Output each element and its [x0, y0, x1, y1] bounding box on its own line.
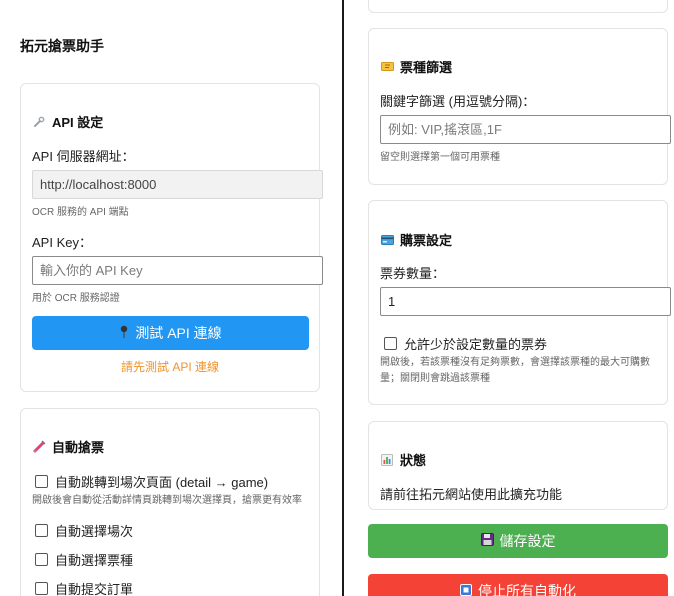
- api-settings-title-text: API 設定: [52, 115, 104, 130]
- pin-icon: [119, 325, 129, 342]
- floppy-disk-icon: [480, 533, 494, 549]
- auto-select-session-label: 自動選擇場次: [55, 524, 134, 539]
- api-key-field[interactable]: [32, 256, 323, 285]
- allow-less-option[interactable]: 允許少於設定數量的票券: [384, 334, 547, 353]
- stop-automation-label: 停止所有自動化: [478, 583, 576, 596]
- previous-card: [368, 0, 668, 13]
- stop-icon: [460, 583, 472, 596]
- api-settings-title: API 設定: [32, 112, 103, 131]
- auto-select-ticket-option[interactable]: 自動選擇票種: [35, 550, 133, 569]
- auto-select-ticket-checkbox[interactable]: [35, 553, 48, 566]
- test-api-button-label: 測試 API 連線: [135, 325, 222, 341]
- api-server-field[interactable]: [32, 170, 323, 199]
- auto-grab-title: 自動搶票: [32, 437, 104, 456]
- api-server-hint: OCR 服務的 API 端點: [32, 207, 129, 218]
- status-title-text: 狀態: [400, 453, 427, 468]
- ticket-filter-title-text: 票種篩選: [400, 60, 453, 75]
- allow-less-checkbox[interactable]: [384, 337, 397, 350]
- auto-submit-checkbox[interactable]: [35, 582, 48, 595]
- auto-select-session-option[interactable]: 自動選擇場次: [35, 521, 133, 540]
- auto-submit-label: 自動提交訂單: [55, 582, 134, 596]
- purchase-settings-card: 購票設定 票券數量： 允許少於設定數量的票券 開啟後，若該票種沒有足夠票數，會選…: [368, 200, 671, 405]
- api-settings-card: API 設定 API 伺服器網址： OCR 服務的 API 端點 API Key…: [20, 83, 323, 392]
- ticket-icon: [380, 60, 394, 74]
- keyword-filter-hint: 留空則選擇第一個可用票種: [380, 152, 500, 163]
- allow-less-hint: 開啟後，若該票種沒有足夠票數，會選擇該票種的最大可購數量；關閉則會跳過該票種: [380, 357, 650, 384]
- status-title: 狀態: [380, 450, 426, 469]
- wrench-icon: [32, 115, 46, 129]
- test-api-button[interactable]: 測試 API 連線: [32, 316, 309, 350]
- auto-submit-option[interactable]: 自動提交訂單: [35, 579, 133, 596]
- status-card: 狀態 請前往拓元網站使用此擴充功能: [368, 421, 668, 510]
- keyword-filter-label: 關鍵字篩選 (用逗號分隔)：: [380, 94, 536, 109]
- auto-grab-card: 自動搶票 自動跳轉到場次頁面 (detail → game) 開啟後會自動從活動…: [20, 408, 320, 596]
- left-panel: 拓元搶票助手 API 設定 API 伺服器網址： OCR 服務的 API 端點 …: [0, 0, 340, 596]
- save-settings-label: 儲存設定: [499, 533, 556, 549]
- auto-select-ticket-label: 自動選擇票種: [55, 553, 134, 568]
- quantity-field[interactable]: [380, 287, 671, 316]
- api-key-label: API Key：: [32, 235, 92, 250]
- purchase-settings-title: 購票設定: [380, 230, 452, 249]
- auto-select-session-checkbox[interactable]: [35, 524, 48, 537]
- status-message: 請前往拓元網站使用此擴充功能: [380, 487, 563, 502]
- auto-jump-checkbox[interactable]: [35, 475, 48, 488]
- app-title: 拓元搶票助手: [20, 38, 104, 54]
- purchase-settings-title-text: 購票設定: [400, 233, 453, 248]
- ticket-filter-title: 票種篩選: [380, 57, 452, 76]
- syringe-icon: [32, 440, 46, 454]
- allow-less-label: 允許少於設定數量的票券: [404, 337, 548, 352]
- chart-icon: [380, 453, 394, 467]
- save-settings-button[interactable]: 儲存設定: [368, 524, 668, 558]
- quantity-label: 票券數量：: [380, 266, 446, 281]
- auto-jump-label: 自動跳轉到場次頁面 (detail → game): [55, 475, 269, 490]
- api-server-label: API 伺服器網址：: [32, 149, 135, 164]
- auto-grab-title-text: 自動搶票: [52, 440, 105, 455]
- auto-jump-hint: 開啟後會自動從活動詳情頁跳轉到場次選擇頁，搶票更有效率: [32, 495, 302, 506]
- ticket-filter-card: 票種篩選 關鍵字篩選 (用逗號分隔)： 留空則選擇第一個可用票種: [368, 28, 671, 185]
- auto-jump-option[interactable]: 自動跳轉到場次頁面 (detail → game): [35, 472, 268, 491]
- api-warning-text: 請先測試 API 連線: [120, 360, 219, 374]
- credit-card-icon: [380, 233, 394, 247]
- right-panel: 票種篩選 關鍵字篩選 (用逗號分隔)： 留空則選擇第一個可用票種 購票設定 票券…: [344, 0, 674, 596]
- keyword-filter-field[interactable]: [380, 115, 671, 144]
- api-key-hint: 用於 OCR 服務認證: [32, 293, 120, 304]
- stop-automation-button[interactable]: 停止所有自動化: [368, 574, 668, 596]
